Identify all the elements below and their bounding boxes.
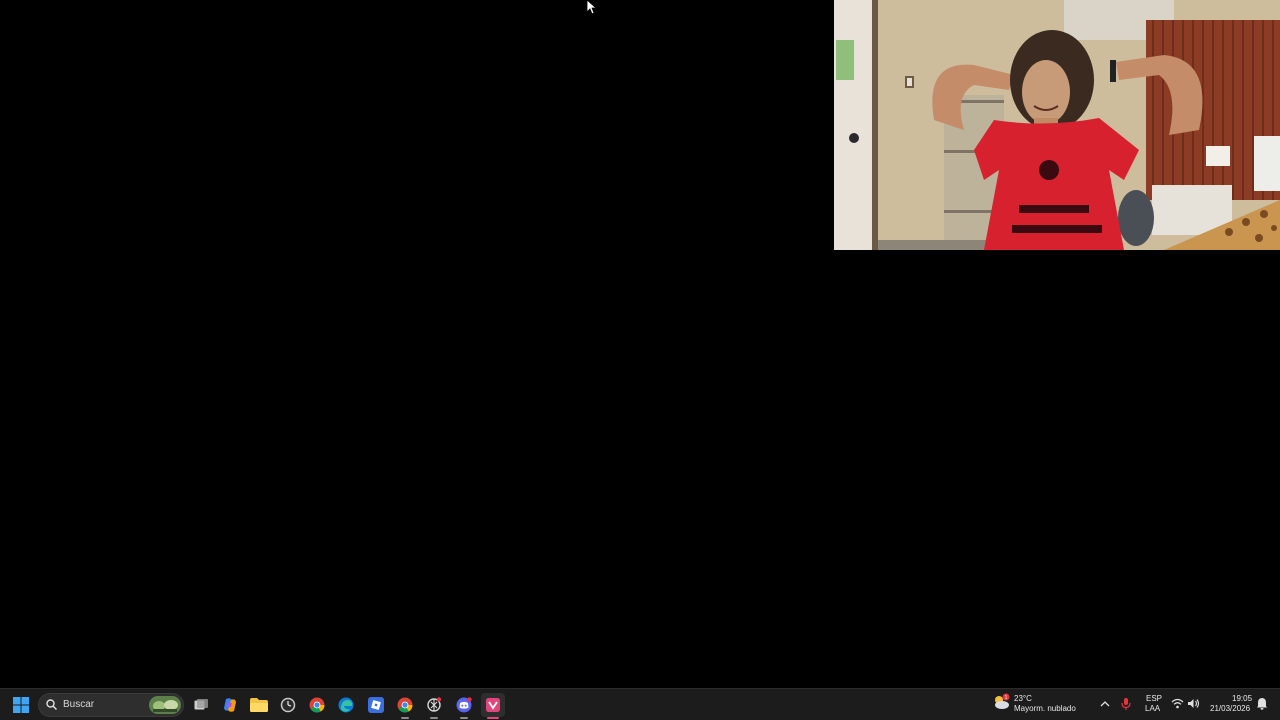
search-icon	[46, 699, 57, 710]
edge-icon	[338, 697, 354, 713]
openai-icon	[427, 697, 442, 712]
search-highlight-image[interactable]	[149, 696, 181, 714]
search-highlight-icon	[149, 696, 181, 714]
clock-time[interactable]: 19:05	[1232, 694, 1252, 704]
notification-bell-icon[interactable]	[1256, 697, 1268, 710]
webcam-preview[interactable]	[834, 0, 1280, 250]
running-indicator	[401, 717, 409, 719]
task-view-icon	[194, 699, 208, 710]
weather-cloudy-icon[interactable]: 1	[992, 693, 1010, 711]
volume-icon[interactable]	[1187, 698, 1200, 709]
start-button[interactable]	[9, 693, 33, 717]
roblox-button[interactable]	[364, 693, 388, 717]
roblox-icon	[368, 697, 384, 713]
mouse-cursor	[586, 0, 596, 15]
desktop-background	[0, 0, 1280, 688]
language-code[interactable]: ESP	[1146, 694, 1162, 704]
clock-app-button[interactable]	[276, 693, 300, 717]
clock-icon	[280, 697, 296, 713]
webcam-video-frame	[834, 0, 1280, 250]
folder-icon	[250, 698, 268, 712]
keyboard-layout[interactable]: LAA	[1145, 704, 1160, 714]
file-explorer-button[interactable]	[247, 693, 271, 717]
clock-date[interactable]: 21/03/2026	[1210, 704, 1250, 714]
chrome-button[interactable]	[305, 693, 329, 717]
active-indicator	[487, 717, 499, 719]
chevron-up-icon[interactable]	[1099, 698, 1111, 710]
search-placeholder: Buscar	[63, 699, 95, 710]
search-box[interactable]: Buscar	[38, 693, 184, 717]
chrome-icon	[309, 697, 325, 713]
copilot-icon	[224, 698, 236, 712]
chrome-profile-button[interactable]	[393, 693, 417, 719]
chrome-icon	[397, 697, 413, 713]
windows-logo-icon	[13, 697, 29, 713]
weather-badge: 1	[1005, 695, 1008, 701]
wifi-icon[interactable]	[1171, 698, 1184, 709]
recorder-button[interactable]	[481, 693, 505, 719]
running-indicator	[460, 717, 468, 719]
discord-button[interactable]	[452, 693, 476, 719]
openai-button[interactable]	[422, 693, 446, 719]
running-indicator	[430, 717, 438, 719]
weather-description[interactable]: Mayorm. nublado	[1014, 704, 1076, 714]
taskbar: Buscar	[0, 688, 1280, 720]
discord-icon	[456, 697, 472, 713]
task-view-button[interactable]	[189, 693, 213, 717]
edge-button[interactable]	[334, 693, 358, 717]
copilot-button[interactable]	[218, 693, 242, 717]
recorder-icon	[486, 698, 500, 712]
weather-temperature[interactable]: 23°C	[1014, 694, 1032, 704]
microphone-icon[interactable]	[1120, 697, 1132, 711]
